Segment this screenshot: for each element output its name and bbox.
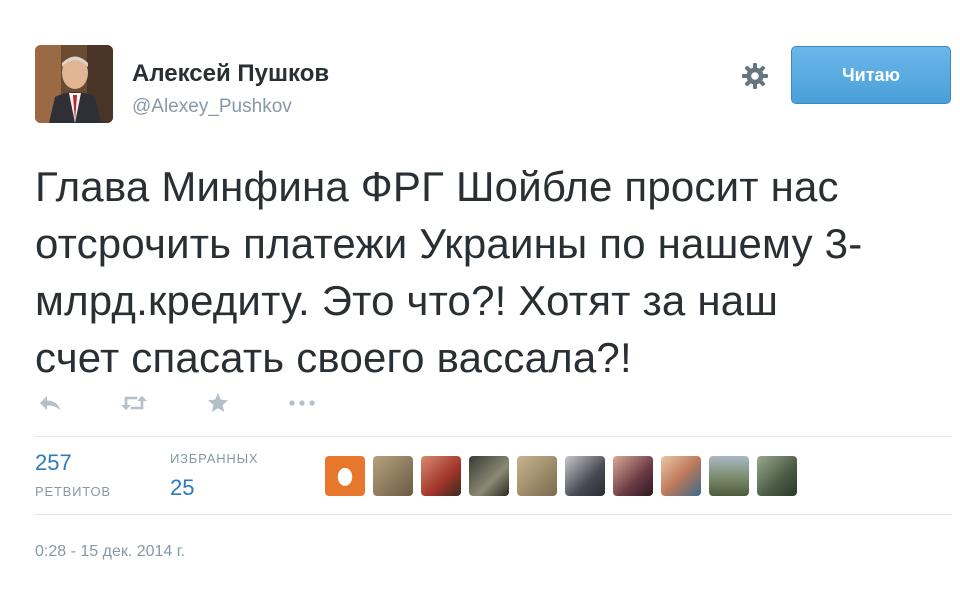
retweets-label[interactable]: РЕТВИТОВ bbox=[35, 484, 111, 499]
favoriters-avatars bbox=[325, 456, 805, 496]
tweet-line: млрд.кредиту. Это что?! Хотят за наш bbox=[35, 277, 779, 324]
favorites-label[interactable]: ИЗБРАННЫХ bbox=[170, 451, 258, 466]
tweet-actions bbox=[35, 388, 371, 418]
favoriter-avatar[interactable] bbox=[565, 456, 605, 496]
favoriter-avatar[interactable] bbox=[613, 456, 653, 496]
following-button[interactable]: Читаю bbox=[791, 46, 951, 104]
favoriter-avatar[interactable] bbox=[469, 456, 509, 496]
star-icon bbox=[208, 393, 228, 412]
retweets-count[interactable]: 257 bbox=[35, 450, 72, 476]
more-button[interactable] bbox=[287, 388, 317, 418]
favorites-count[interactable]: 25 bbox=[170, 475, 194, 501]
user-avatar-photo bbox=[35, 45, 113, 123]
favoriter-avatar[interactable] bbox=[709, 456, 749, 496]
favoriter-avatar[interactable] bbox=[373, 456, 413, 496]
author-avatar[interactable] bbox=[35, 45, 113, 123]
author-name[interactable]: Алексей Пушков bbox=[132, 60, 329, 88]
egg-avatar[interactable] bbox=[325, 456, 365, 496]
favoriter-avatar[interactable] bbox=[517, 456, 557, 496]
retweet-icon bbox=[121, 396, 147, 410]
favoriter-avatar[interactable] bbox=[421, 456, 461, 496]
author-handle[interactable]: @Alexey_Pushkov bbox=[132, 96, 292, 118]
tweet-timestamp[interactable]: 0:28 - 15 дек. 2014 г. bbox=[35, 543, 185, 561]
tweet-line: Глава Минфина ФРГ Шойбле просит нас bbox=[35, 163, 839, 210]
gear-icon[interactable] bbox=[740, 61, 770, 91]
tweet-line: отсрочить платежи Украины по нашему 3- bbox=[35, 220, 863, 267]
more-icon bbox=[289, 400, 315, 406]
favoriter-avatar[interactable] bbox=[757, 456, 797, 496]
tweet-line: счет спасать своего вассала?! bbox=[35, 334, 632, 381]
reply-button[interactable] bbox=[35, 388, 65, 418]
retweet-button[interactable] bbox=[119, 388, 149, 418]
tweet-text: Глава Минфина ФРГ Шойбле просит нас отср… bbox=[35, 158, 935, 386]
divider bbox=[35, 514, 952, 515]
reply-icon bbox=[40, 396, 60, 410]
favorite-button[interactable] bbox=[203, 388, 233, 418]
divider bbox=[35, 436, 952, 437]
favoriter-avatar[interactable] bbox=[661, 456, 701, 496]
